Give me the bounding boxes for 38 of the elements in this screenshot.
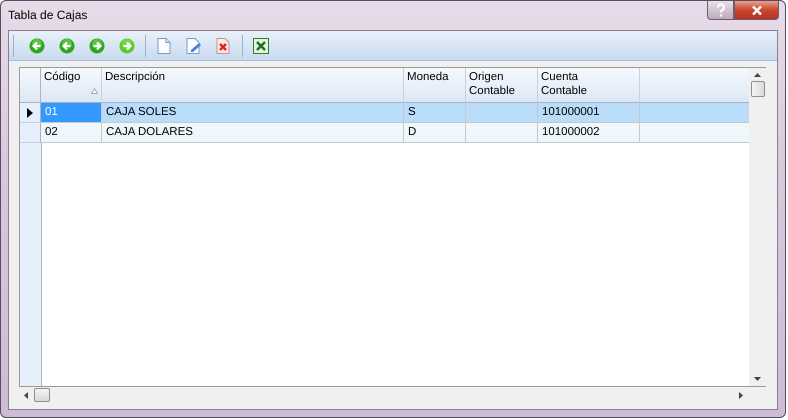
table-cell: 101000002 xyxy=(538,123,640,143)
column-header[interactable]: Código xyxy=(41,68,102,103)
table-cell: D xyxy=(404,123,466,143)
scroll-thumb[interactable] xyxy=(750,81,764,97)
scroll-right-icon xyxy=(739,392,743,398)
column-header[interactable]: Cuenta Contable xyxy=(538,68,640,103)
table-cell: 02 xyxy=(41,123,102,143)
help-icon xyxy=(714,3,726,17)
scroll-thumb[interactable] xyxy=(34,388,50,402)
table-cell: CAJA DOLARES xyxy=(102,123,404,143)
help-button[interactable] xyxy=(707,1,734,20)
table-cell: S xyxy=(404,103,466,123)
spreadsheet-icon xyxy=(253,38,269,54)
scroll-left-icon xyxy=(24,392,28,398)
right-arrow-icon xyxy=(89,38,105,54)
column-header[interactable]: Origen Contable xyxy=(466,68,538,103)
delete-document-icon xyxy=(216,38,232,54)
left-arrow-icon xyxy=(29,38,45,54)
left-arrow-icon xyxy=(59,38,75,54)
table-cell: CAJA SOLES xyxy=(102,103,404,123)
document-icon xyxy=(157,38,171,54)
table-cell xyxy=(466,103,538,123)
table-cell: 01 xyxy=(41,103,102,123)
table-cell: 101000001 xyxy=(538,103,640,123)
column-header[interactable]: Descripción xyxy=(102,68,404,103)
window-title: Tabla de Cajas xyxy=(8,8,88,22)
column-header[interactable]: Moneda xyxy=(404,68,466,103)
vertical-scrollbar[interactable] xyxy=(749,68,766,386)
right-arrow-icon xyxy=(119,38,135,54)
header-corner xyxy=(20,68,41,103)
current-row-icon xyxy=(27,108,33,118)
close-button[interactable] xyxy=(734,1,779,20)
close-icon xyxy=(750,4,762,16)
table-cell xyxy=(466,123,538,143)
edit-document-icon xyxy=(186,38,202,54)
scroll-up-icon xyxy=(754,73,761,77)
scroll-down-icon xyxy=(754,377,761,381)
row-header[interactable] xyxy=(20,103,41,123)
